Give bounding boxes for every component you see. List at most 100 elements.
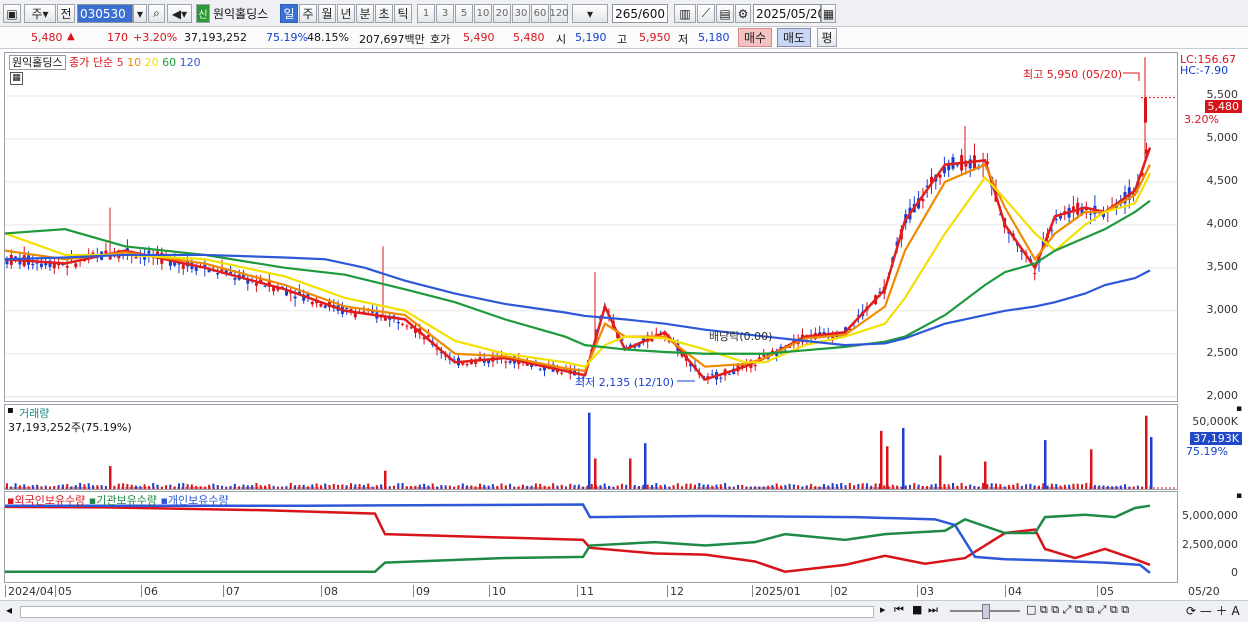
- count-input[interactable]: 265/600: [612, 4, 668, 23]
- scroll-left-icon[interactable]: ◂: [6, 603, 12, 617]
- price-y-label: 3,000: [1206, 302, 1239, 316]
- candle-body: [508, 361, 512, 363]
- volume-bar: [135, 485, 137, 489]
- legend-ma-periods: 5 10 20 60 120: [117, 56, 201, 69]
- zoom-slider-handle[interactable]: [982, 604, 990, 619]
- minute-tab-5[interactable]: 5: [455, 4, 473, 23]
- print-icon[interactable]: ▤: [716, 4, 734, 23]
- code-dropdown-icon[interactable]: ▾: [133, 4, 147, 23]
- legend-ma-60: 60: [158, 56, 177, 69]
- holdings-line-0: [5, 505, 1151, 573]
- sell-button[interactable]: 매도: [777, 28, 811, 47]
- minute-tab-10[interactable]: 10: [474, 4, 492, 23]
- holdings-legend-item-1: ▪기관보유수량: [88, 494, 161, 507]
- volume-bar: [18, 485, 21, 489]
- candle-body: [319, 303, 323, 307]
- window-menu-icon[interactable]: ▣: [3, 4, 21, 23]
- candle-body: [719, 377, 723, 379]
- price-chart: [5, 57, 1177, 398]
- volume-spike: [1090, 449, 1093, 489]
- last-page-icon[interactable]: ⏭: [928, 603, 938, 617]
- candle-body: [538, 368, 542, 370]
- volume-spike: [902, 427, 905, 489]
- price-pane[interactable]: 원익홀딩스 종가 단순 5 10 20 60 120 ▦ 최고 5,950 (0…: [4, 52, 1178, 402]
- candle-body: [964, 163, 968, 167]
- volume-bar: [130, 484, 133, 489]
- view-toggle-icons[interactable]: □ ⧉ ⧉ ⤢ ⧉ ⧉ ⤢ ⧉ ⧉: [1026, 603, 1129, 617]
- candle-type-icon[interactable]: ▥: [674, 4, 696, 23]
- period-tab-1[interactable]: 주: [299, 4, 317, 23]
- scroll-right-icon[interactable]: ▸: [880, 603, 886, 616]
- x-axis-right-label: 05/20: [1188, 585, 1220, 598]
- horizontal-scrollbar[interactable]: [20, 606, 874, 618]
- prev-button[interactable]: 전: [57, 4, 75, 23]
- candle-body: [710, 374, 714, 376]
- minute-tab-1[interactable]: 1: [417, 4, 435, 23]
- table-icon[interactable]: ▦: [10, 72, 23, 85]
- x-axis-label: 10: [492, 585, 506, 598]
- draw-tool-icon[interactable]: ⟋: [697, 4, 715, 23]
- candle-body: [1033, 273, 1037, 275]
- volume-bar: [418, 484, 421, 489]
- period-tab-6[interactable]: 틱: [394, 4, 412, 23]
- stop-icon[interactable]: ■: [912, 603, 922, 616]
- volume-pane[interactable]: ▪ 거래량 37,193,252주(75.19%): [4, 404, 1178, 490]
- hoga-label: 호가: [430, 33, 451, 46]
- volume-chart: [5, 412, 1177, 489]
- x-axis-label: 08: [324, 585, 338, 598]
- volume-bar: [221, 485, 223, 489]
- buy-button[interactable]: 매수: [738, 28, 772, 47]
- prev-label: 전: [60, 7, 72, 21]
- zoom-controls-icons[interactable]: ⟳ — ＋ A: [1186, 602, 1240, 619]
- holdings-close-icon[interactable]: ▪: [1236, 491, 1242, 501]
- period-tab-5[interactable]: 초: [375, 4, 393, 23]
- ma-line-20: [5, 172, 1151, 368]
- volume-bar: [53, 485, 56, 489]
- candle-body: [263, 285, 267, 287]
- volume-spike: [880, 430, 883, 489]
- volume-bar: [711, 485, 714, 489]
- volume-bar: [190, 484, 193, 489]
- minute-tab-3[interactable]: 3: [436, 4, 454, 23]
- volume-pane-close-icon[interactable]: ▪: [1236, 404, 1242, 414]
- speaker-icon[interactable]: ◀▾: [167, 4, 192, 23]
- volume-bar: [1046, 485, 1049, 489]
- low-label: 저: [678, 33, 689, 46]
- minute-tab-30[interactable]: 30: [512, 4, 530, 23]
- minute-tab-60[interactable]: 60: [531, 4, 549, 23]
- legend-ma-5: 5: [116, 56, 124, 69]
- price-y-label: 2,000: [1206, 388, 1239, 402]
- quote-bar: 5,480 ▲ 170 +3.20% 37,193,252 75.19% 48.…: [0, 27, 1248, 49]
- search-icon[interactable]: ⌕: [148, 4, 165, 23]
- market-select[interactable]: 주 ▾: [24, 4, 56, 23]
- x-axis-label: 04: [1008, 585, 1022, 598]
- candle-body: [91, 252, 95, 254]
- volume-close-icon[interactable]: ▪: [7, 405, 14, 416]
- count-value: 265: [615, 6, 639, 21]
- period-tab-0[interactable]: 일: [280, 4, 298, 23]
- calendar-icon[interactable]: ▦: [821, 4, 836, 23]
- holdings-pane[interactable]: ▪외국인보유수량 ▪기관보유수량 ▪개인보유수량: [4, 491, 1178, 583]
- period-tab-3[interactable]: 년: [337, 4, 355, 23]
- stock-code-input[interactable]: 030530: [77, 4, 133, 23]
- up-arrow-icon: ▲: [67, 31, 75, 42]
- first-page-icon[interactable]: ⏮: [894, 603, 904, 617]
- minute-tab-120[interactable]: 120: [549, 4, 569, 23]
- period-tab-4[interactable]: 분: [356, 4, 374, 23]
- settings-icon[interactable]: ⚙: [735, 4, 751, 23]
- candle-body: [405, 325, 409, 327]
- period-tab-2[interactable]: 월: [318, 4, 336, 23]
- date-input[interactable]: 2025/05/20: [753, 4, 825, 23]
- x-axis-label: 07: [226, 585, 240, 598]
- evaluate-button[interactable]: 평: [817, 28, 837, 47]
- candle-body: [409, 327, 413, 329]
- x-axis-tick: [1097, 585, 1098, 597]
- x-axis-tick: [55, 585, 56, 597]
- candle-body: [108, 256, 112, 260]
- volume-bar: [883, 485, 886, 489]
- x-axis-tick: [667, 585, 668, 597]
- volume-info: 37,193,252주(75.19%): [8, 421, 132, 434]
- candle-body: [401, 323, 405, 325]
- minute-tab-20[interactable]: 20: [493, 4, 511, 23]
- minute-dropdown[interactable]: ▾: [572, 4, 608, 23]
